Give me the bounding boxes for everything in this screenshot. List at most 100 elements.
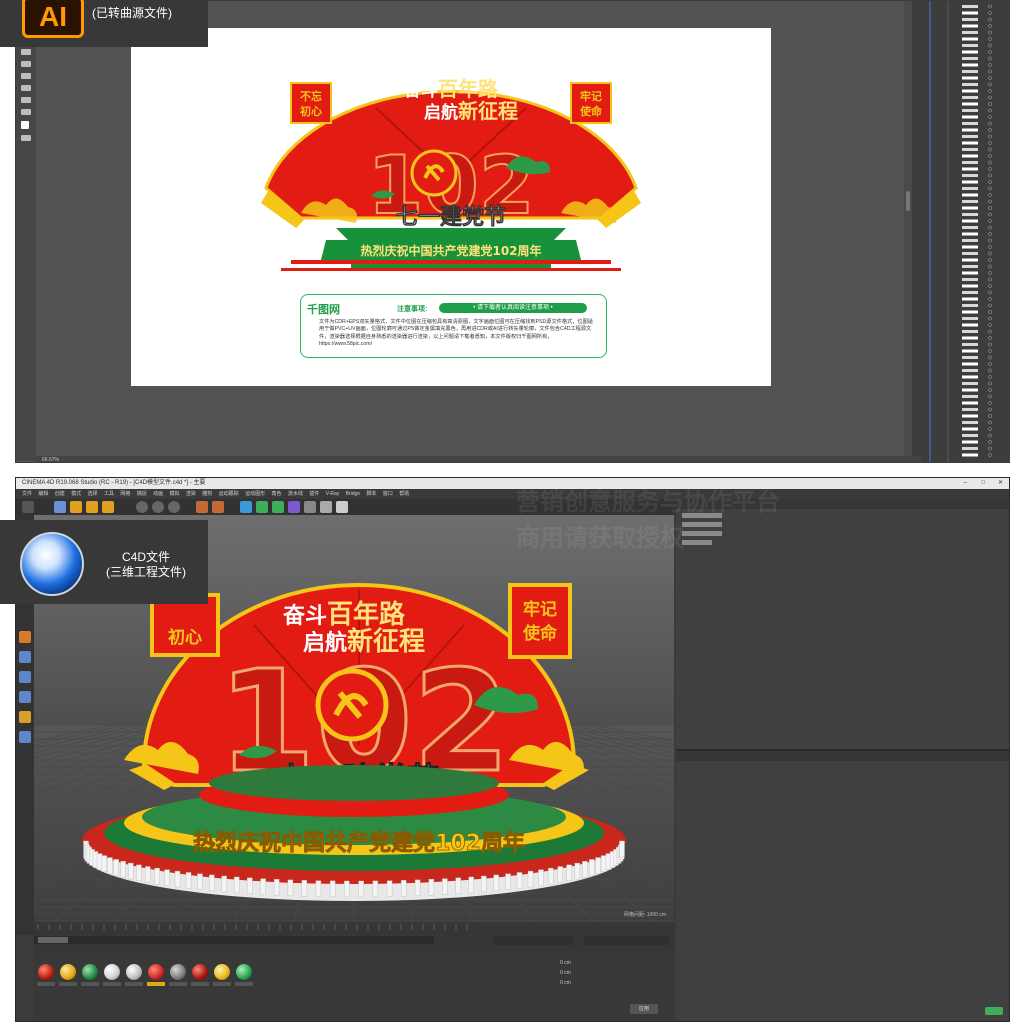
cube-icon[interactable] (240, 501, 252, 513)
window-close-icon[interactable]: ✕ (998, 478, 1003, 489)
object-row[interactable] (682, 531, 722, 536)
scene-icon[interactable] (304, 501, 316, 513)
layer-target-icon[interactable] (988, 290, 992, 295)
layer-target-icon[interactable] (988, 245, 992, 249)
layer-row[interactable] (962, 135, 978, 138)
layer-row[interactable] (962, 265, 978, 268)
coord-y[interactable]: 0 cm (560, 970, 571, 976)
layer-target-icon[interactable] (988, 381, 992, 386)
material-gold-icon[interactable] (214, 964, 230, 980)
shape-tool-icon[interactable] (21, 97, 31, 103)
layer-row[interactable] (962, 102, 978, 106)
layer-row[interactable] (962, 161, 978, 164)
layer-target-icon[interactable] (988, 108, 992, 113)
material-gray-icon[interactable] (170, 964, 186, 980)
layer-row[interactable] (962, 440, 978, 444)
nurbs-icon[interactable] (272, 501, 284, 513)
render-picture-icon[interactable] (212, 501, 224, 513)
layer-target-icon[interactable] (988, 89, 992, 93)
layer-target-icon[interactable] (988, 82, 992, 87)
layer-target-icon[interactable] (988, 212, 992, 217)
layer-target-icon[interactable] (988, 225, 992, 230)
layer-row[interactable] (962, 83, 978, 86)
layer-row[interactable] (962, 336, 978, 340)
layer-target-icon[interactable] (988, 173, 992, 178)
material-red-icon[interactable] (148, 964, 164, 980)
layer-row[interactable] (962, 414, 978, 418)
layer-row[interactable] (962, 206, 978, 210)
layer-target-icon[interactable] (988, 368, 992, 373)
layer-row[interactable] (962, 323, 978, 327)
layer-target-icon[interactable] (988, 69, 992, 74)
coord-x[interactable]: 0 cm (560, 960, 571, 966)
layer-target-icon[interactable] (988, 336, 992, 340)
layer-row[interactable] (962, 356, 978, 359)
layer-row[interactable] (962, 369, 978, 372)
layer-target-icon[interactable] (988, 323, 992, 327)
layer-row[interactable] (962, 174, 978, 177)
layer-row[interactable] (962, 11, 978, 15)
fill-color-icon[interactable] (21, 121, 29, 129)
layer-target-icon[interactable] (988, 349, 992, 353)
object-row[interactable] (682, 522, 722, 527)
layer-target-icon[interactable] (988, 206, 992, 210)
layer-target-icon[interactable] (988, 4, 992, 9)
layer-row[interactable] (962, 278, 978, 281)
layer-target-icon[interactable] (988, 24, 992, 28)
layer-row[interactable] (962, 245, 978, 249)
window-maximize-icon[interactable]: □ (981, 478, 985, 489)
layer-target-icon[interactable] (988, 128, 992, 132)
window-minimize-icon[interactable]: – (964, 478, 967, 489)
layer-row[interactable] (962, 200, 978, 203)
layer-row[interactable] (962, 219, 978, 223)
layer-target-icon[interactable] (988, 433, 992, 438)
texture-mode-icon[interactable] (19, 651, 31, 663)
layer-target-icon[interactable] (988, 284, 992, 288)
layer-target-icon[interactable] (988, 43, 992, 48)
record-controls[interactable] (584, 936, 669, 945)
layer-row[interactable] (962, 115, 978, 119)
layer-target-icon[interactable] (988, 199, 992, 204)
layer-target-icon[interactable] (988, 141, 992, 145)
layer-target-icon[interactable] (988, 219, 992, 223)
layer-target-icon[interactable] (988, 414, 992, 418)
render-view-icon[interactable] (196, 501, 208, 513)
layer-row[interactable] (962, 24, 978, 28)
layer-target-icon[interactable] (988, 264, 992, 269)
layer-target-icon[interactable] (988, 37, 992, 41)
layer-target-icon[interactable] (988, 56, 992, 61)
layer-target-icon[interactable] (988, 401, 992, 405)
direct-selection-tool-icon[interactable] (21, 61, 31, 67)
layer-row[interactable] (962, 447, 978, 450)
layer-row[interactable] (962, 330, 978, 333)
layer-row[interactable] (962, 31, 978, 34)
model-mode-icon[interactable] (19, 631, 31, 643)
layer-target-icon[interactable] (988, 420, 992, 425)
layer-row[interactable] (962, 408, 978, 411)
layer-target-icon[interactable] (988, 180, 992, 184)
layer-row[interactable] (962, 239, 978, 242)
material-red-icon[interactable] (192, 964, 208, 980)
coord-z[interactable]: 0 cm (560, 980, 571, 986)
zoom-level[interactable]: 66.67% (42, 457, 59, 462)
zoom-tool-icon[interactable] (21, 135, 31, 141)
layer-row[interactable] (962, 297, 978, 301)
layer-target-icon[interactable] (988, 329, 992, 334)
layer-target-icon[interactable] (988, 186, 992, 191)
layer-row[interactable] (962, 193, 978, 197)
layer-row[interactable] (962, 63, 978, 67)
layer-row[interactable] (962, 5, 978, 8)
layer-target-icon[interactable] (988, 251, 992, 256)
layer-target-icon[interactable] (988, 316, 992, 321)
layer-row[interactable] (962, 284, 978, 288)
timeline[interactable] (34, 922, 674, 952)
deformer-icon[interactable] (288, 501, 300, 513)
layer-target-icon[interactable] (988, 446, 992, 451)
material-green-icon[interactable] (82, 964, 98, 980)
layer-row[interactable] (962, 89, 978, 93)
layer-target-icon[interactable] (988, 453, 992, 457)
y-axis-icon[interactable] (152, 501, 164, 513)
layer-row[interactable] (962, 70, 978, 73)
layer-row[interactable] (962, 427, 978, 431)
scale-icon[interactable] (86, 501, 98, 513)
